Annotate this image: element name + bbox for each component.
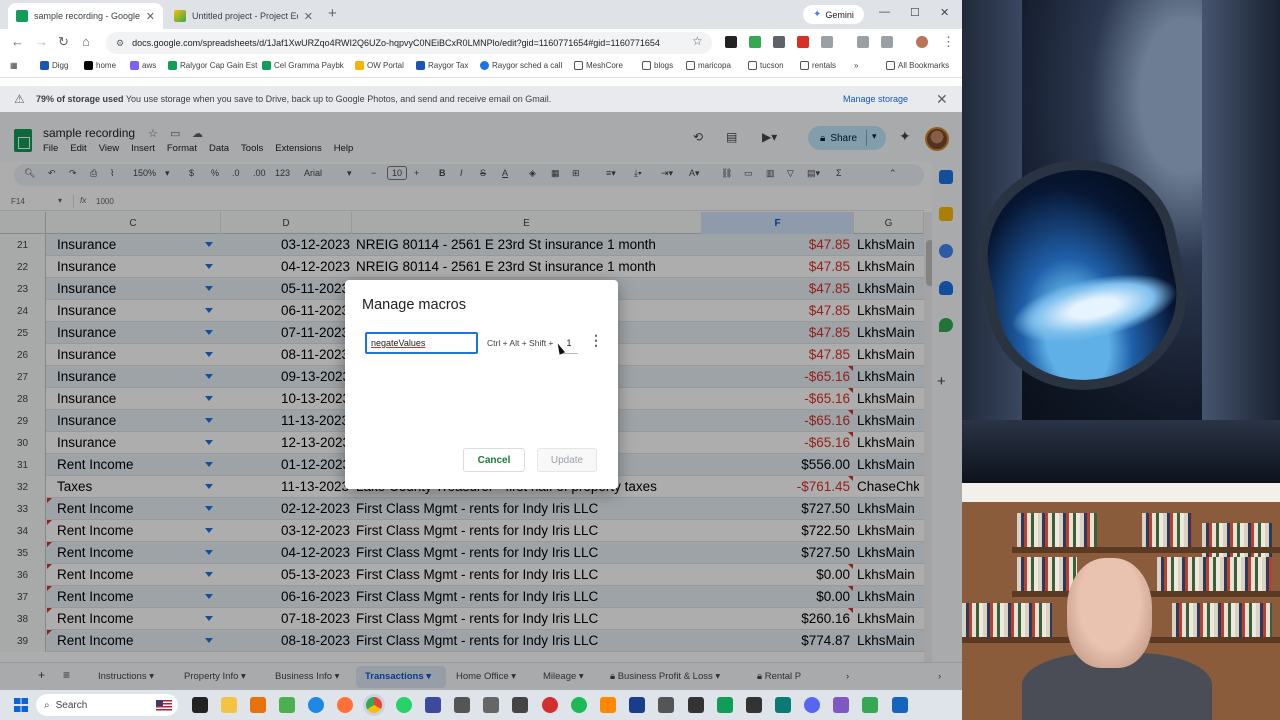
app-icon[interactable] [833, 697, 849, 713]
project-favicon-icon [174, 10, 186, 22]
back-icon[interactable]: ← [11, 34, 24, 49]
manage-storage-link[interactable]: Manage storage [843, 94, 908, 104]
cancel-button[interactable]: Cancel [463, 448, 525, 472]
macro-name-input[interactable] [365, 332, 478, 354]
bookmark-folder-tucson[interactable]: tucson [748, 61, 784, 70]
bookmark-home[interactable]: home [84, 61, 116, 70]
pdf-extension-icon[interactable] [797, 36, 809, 48]
app-icon[interactable] [746, 697, 762, 713]
bookmark-folder-meshcore[interactable]: MeshCore [574, 61, 623, 70]
screenshot-icon[interactable] [857, 36, 869, 48]
app-icon[interactable] [279, 697, 295, 713]
maximize-icon[interactable]: ☐ [910, 6, 920, 19]
update-button[interactable]: Update [537, 448, 597, 472]
home-icon[interactable]: ⌂ [82, 34, 90, 49]
bookmark-star-icon[interactable]: ☆ [692, 34, 703, 48]
browser-menu-icon[interactable]: ⋮ [942, 34, 955, 50]
forward-icon[interactable]: → [35, 34, 48, 49]
tab-title: Untitled project - Project Editor [192, 11, 298, 21]
app-icon[interactable] [775, 697, 791, 713]
close-window-icon[interactable]: ✕ [940, 6, 949, 19]
app-icon[interactable] [862, 697, 878, 713]
bookmark-raygor-call[interactable]: Raygor sched a call [480, 61, 562, 70]
shortcut-label: Ctrl + Alt + Shift + [487, 338, 554, 348]
sheets-favicon-icon [16, 10, 28, 22]
site-info-icon[interactable]: ⚙ [116, 38, 124, 49]
whatsapp-icon[interactable] [396, 697, 412, 713]
bookmark-ow-portal[interactable]: OW Portal [355, 61, 404, 70]
url-bar[interactable]: ⚙ docs.google.com/spreadsheets/d/1Jaf1Xw… [106, 32, 712, 54]
chrome-icon[interactable] [366, 697, 382, 713]
gemini-icon: ✦ [813, 9, 822, 20]
windows-start-icon[interactable] [14, 698, 28, 712]
bookmark-folder-rentals[interactable]: rentals [800, 61, 836, 70]
app-icon[interactable] [542, 697, 558, 713]
file-explorer-icon[interactable] [221, 697, 237, 713]
app-icon[interactable] [629, 697, 645, 713]
close-banner-icon[interactable]: ✕ [936, 91, 948, 108]
bookmarks-bar: ▦ Digg home aws Ralygor Cap Gain Est Cel… [0, 56, 962, 78]
sheets-app-icon[interactable] [717, 697, 733, 713]
headphones-icon[interactable] [658, 697, 674, 713]
app-icon[interactable] [454, 697, 470, 713]
close-tab-icon[interactable]: ✕ [304, 10, 313, 23]
gemini-button[interactable]: ✦ Gemini [803, 5, 864, 24]
new-tab-icon[interactable]: + [328, 5, 337, 22]
gemini-label: Gemini [825, 9, 854, 20]
bookmark-digg[interactable]: Digg [40, 61, 68, 70]
more-options-icon[interactable]: ⋮ [589, 333, 603, 347]
more-bookmarks-icon[interactable]: » [854, 61, 858, 70]
app-icon[interactable] [512, 697, 528, 713]
warning-icon: ⚠ [14, 92, 25, 106]
apps-icon[interactable]: ▦ [10, 61, 18, 70]
app-icon[interactable] [425, 697, 441, 713]
windows-taskbar: ⌕ Search [0, 690, 962, 720]
url-text: docs.google.com/spreadsheets/d/1Jaf1XwUR… [132, 38, 660, 48]
desktop-wallpaper [962, 0, 1280, 483]
webcam-feed [962, 483, 1280, 720]
app-icon[interactable] [892, 697, 908, 713]
task-view-icon[interactable] [192, 697, 208, 713]
vlc-icon[interactable] [600, 697, 616, 713]
firefox-icon[interactable] [337, 697, 353, 713]
puzzle-extensions-icon[interactable] [821, 36, 833, 48]
spotify-icon[interactable] [571, 697, 587, 713]
storage-message: 79% of storage used You use storage when… [36, 94, 552, 104]
snipping-tool-icon[interactable] [483, 697, 499, 713]
taskbar-search[interactable]: ⌕ Search [36, 694, 178, 716]
dialog-title: Manage macros [362, 297, 466, 313]
search-icon: ⌕ [44, 699, 50, 711]
browser-tab-sheets[interactable]: sample recording - Google She ✕ [8, 3, 163, 29]
bookmark-folder-maricopa[interactable]: maricopa [686, 61, 731, 70]
search-app-icon[interactable] [250, 697, 266, 713]
bookmark-folder-blogs[interactable]: blogs [642, 61, 673, 70]
address-row: ← → ↻ ⌂ ⚙ docs.google.com/spreadsheets/d… [0, 29, 962, 56]
flag-icon [156, 699, 172, 711]
person-face [1067, 558, 1152, 668]
edge-icon[interactable] [308, 697, 324, 713]
storage-banner: ⚠ 79% of storage used You use storage wh… [0, 86, 962, 112]
tab-title: sample recording - Google She [34, 11, 140, 21]
bookmark-raygor-tax[interactable]: Raygor Tax [416, 61, 468, 70]
extension-icon[interactable] [725, 36, 737, 48]
app-icon[interactable] [688, 697, 704, 713]
tab-search-icon[interactable] [881, 36, 893, 48]
extension-icon[interactable] [773, 36, 785, 48]
bookmark-gramma[interactable]: Cel Gramma Paybk [262, 61, 344, 70]
all-bookmarks[interactable]: All Bookmarks [886, 61, 949, 70]
bookmark-cap-gain[interactable]: Ralygor Cap Gain Est [168, 61, 257, 70]
bookmark-aws[interactable]: aws [130, 61, 156, 70]
manage-macros-dialog: Manage macros Ctrl + Alt + Shift + 1 ⋮ C… [345, 280, 618, 489]
drive-extension-icon[interactable] [749, 36, 761, 48]
minimize-icon[interactable]: — [879, 6, 890, 18]
tab-strip: sample recording - Google She ✕ Untitled… [0, 0, 962, 29]
discord-icon[interactable] [804, 697, 820, 713]
reload-icon[interactable]: ↻ [58, 34, 69, 50]
profile-avatar[interactable] [916, 36, 928, 48]
close-tab-icon[interactable]: ✕ [146, 10, 155, 23]
browser-tab-project[interactable]: Untitled project - Project Editor ✕ [166, 3, 321, 29]
search-placeholder: Search [55, 699, 88, 711]
